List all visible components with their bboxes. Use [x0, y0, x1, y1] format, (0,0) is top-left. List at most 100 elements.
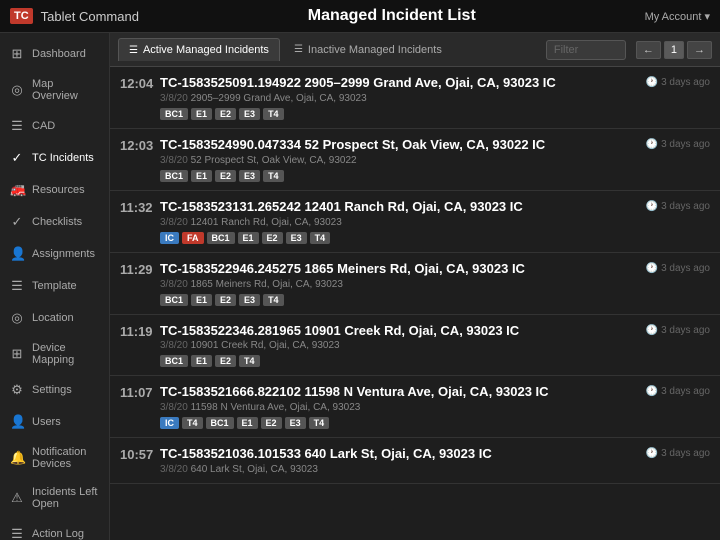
- badge-row: BC1E1E2E3T4: [160, 108, 638, 120]
- incident-age: 🕐 3 days ago: [646, 446, 710, 459]
- next-page-button[interactable]: →: [687, 41, 712, 59]
- incident-age: 🕐 3 days ago: [646, 261, 710, 274]
- incident-item[interactable]: 11:32 TC-1583523131.265242 12401 Ranch R…: [110, 191, 720, 253]
- filter-input[interactable]: [546, 40, 626, 60]
- tab-active-icon: ☰: [129, 45, 138, 56]
- current-page-button[interactable]: 1: [664, 41, 684, 59]
- badge-e1-3: E1: [237, 417, 258, 429]
- badge-row: BC1E1E2T4: [160, 355, 638, 367]
- incident-time: 11:32: [120, 199, 158, 215]
- badge-row: BC1E1E2E3T4: [160, 294, 638, 306]
- badge-t4-4: T4: [263, 108, 284, 120]
- sidebar-label-action-log: Action Log: [32, 528, 84, 540]
- badge-ic-0: IC: [160, 232, 179, 244]
- sidebar-item-resources[interactable]: 🚒 Resources: [0, 174, 109, 206]
- sidebar-item-map-overview[interactable]: ◎ Map Overview: [0, 70, 109, 110]
- sidebar-icon-settings: ⚙: [10, 382, 24, 398]
- badge-e2-4: E2: [261, 417, 282, 429]
- tab-inactive-icon: ☰: [294, 44, 303, 55]
- incident-date: 3/8/20 11598 N Ventura Ave, Ojai, CA, 93…: [160, 402, 638, 413]
- sidebar-icon-template: ☰: [10, 278, 24, 294]
- prev-page-button[interactable]: ←: [636, 41, 661, 59]
- sidebar-item-users[interactable]: 👤 Users: [0, 406, 109, 438]
- tab-inactive-label: Inactive Managed Incidents: [308, 44, 442, 56]
- clock-icon: 🕐: [646, 139, 658, 150]
- incident-title: TC-1583521036.101533 640 Lark St, Ojai, …: [160, 446, 638, 463]
- badge-e3-5: E3: [286, 232, 307, 244]
- sidebar-item-incidents-left-open[interactable]: ⚠ Incidents Left Open: [0, 478, 109, 518]
- sidebar-item-device-mapping[interactable]: ⊞ Device Mapping: [0, 334, 109, 374]
- incident-age-label: 3 days ago: [661, 386, 710, 397]
- incident-title: TC-1583525091.194922 2905–2999 Grand Ave…: [160, 75, 638, 92]
- badge-t4-3: T4: [239, 355, 260, 367]
- badge-e3-3: E3: [239, 294, 260, 306]
- badge-e2-4: E2: [262, 232, 283, 244]
- incident-age: 🕐 3 days ago: [646, 199, 710, 212]
- incident-age: 🕐 3 days ago: [646, 384, 710, 397]
- badge-t4-4: T4: [263, 170, 284, 182]
- incident-date: 3/8/20 640 Lark St, Ojai, CA, 93023: [160, 464, 638, 475]
- badge-e2-2: E2: [215, 108, 236, 120]
- incident-age-label: 3 days ago: [661, 139, 710, 150]
- badge-row: BC1E1E2E3T4: [160, 170, 638, 182]
- incident-body: TC-1583521036.101533 640 Lark St, Ojai, …: [160, 446, 638, 475]
- incident-time: 10:57: [120, 446, 158, 462]
- incident-age-label: 3 days ago: [661, 77, 710, 88]
- badge-e1-1: E1: [191, 294, 212, 306]
- sidebar-icon-action-log: ☰: [10, 526, 24, 540]
- incident-address: 10901 Creek Rd, Ojai, CA, 93023: [191, 340, 340, 351]
- incident-time: 11:19: [120, 323, 158, 339]
- badge-ic-0: IC: [160, 417, 179, 429]
- incident-item[interactable]: 12:04 TC-1583525091.194922 2905–2999 Gra…: [110, 67, 720, 129]
- sidebar-item-dashboard[interactable]: ⊞ Dashboard: [0, 38, 109, 70]
- incident-title: TC-1583524990.047334 52 Prospect St, Oak…: [160, 137, 638, 154]
- sidebar-icon-device-mapping: ⊞: [10, 346, 24, 362]
- tab-active-managed[interactable]: ☰ Active Managed Incidents: [118, 38, 280, 61]
- sidebar-item-cad[interactable]: ☰ CAD: [0, 110, 109, 142]
- tabs-bar: ☰ Active Managed Incidents ☰ Inactive Ma…: [110, 33, 720, 67]
- sidebar-icon-notification-devices: 🔔: [10, 450, 24, 466]
- incident-address: 640 Lark St, Ojai, CA, 93023: [191, 464, 318, 475]
- incident-item[interactable]: 11:07 TC-1583521666.822102 11598 N Ventu…: [110, 376, 720, 438]
- badge-e1-3: E1: [238, 232, 259, 244]
- sidebar-icon-dashboard: ⊞: [10, 46, 24, 62]
- incident-item[interactable]: 12:03 TC-1583524990.047334 52 Prospect S…: [110, 129, 720, 191]
- incident-title: TC-1583521666.822102 11598 N Ventura Ave…: [160, 384, 638, 401]
- incident-time: 12:04: [120, 75, 158, 91]
- badge-t4-1: T4: [182, 417, 203, 429]
- sidebar-label-cad: CAD: [32, 120, 55, 132]
- sidebar-item-assignments[interactable]: 👤 Assignments: [0, 238, 109, 270]
- sidebar-label-settings: Settings: [32, 384, 72, 396]
- sidebar-label-resources: Resources: [32, 184, 85, 196]
- content-area: ☰ Active Managed Incidents ☰ Inactive Ma…: [110, 33, 720, 540]
- badge-t4-6: T4: [309, 417, 330, 429]
- sidebar-item-action-log[interactable]: ☰ Action Log: [0, 518, 109, 540]
- incident-age: 🕐 3 days ago: [646, 75, 710, 88]
- incident-body: TC-1583525091.194922 2905–2999 Grand Ave…: [160, 75, 638, 120]
- nav-buttons: ← 1 →: [636, 41, 712, 59]
- incident-item[interactable]: 10:57 TC-1583521036.101533 640 Lark St, …: [110, 438, 720, 484]
- incident-address: 2905–2999 Grand Ave, Ojai, CA, 93023: [191, 93, 367, 104]
- incident-date: 3/8/20 1865 Meiners Rd, Ojai, CA, 93023: [160, 279, 638, 290]
- sidebar-item-checklists[interactable]: ✓ Checklists: [0, 206, 109, 238]
- incident-time: 11:29: [120, 261, 158, 277]
- badge-bc1-0: BC1: [160, 170, 188, 182]
- incident-list: 12:04 TC-1583525091.194922 2905–2999 Gra…: [110, 67, 720, 540]
- sidebar-icon-assignments: 👤: [10, 246, 24, 262]
- badge-bc1-0: BC1: [160, 108, 188, 120]
- clock-icon: 🕐: [646, 201, 658, 212]
- sidebar-item-notification-devices[interactable]: 🔔 Notification Devices: [0, 438, 109, 478]
- tab-inactive-managed[interactable]: ☰ Inactive Managed Incidents: [284, 39, 452, 61]
- sidebar-item-settings[interactable]: ⚙ Settings: [0, 374, 109, 406]
- badge-e2-2: E2: [215, 170, 236, 182]
- incident-item[interactable]: 11:19 TC-1583522346.281965 10901 Creek R…: [110, 315, 720, 377]
- sidebar-item-location[interactable]: ◎ Location: [0, 302, 109, 334]
- sidebar-item-template[interactable]: ☰ Template: [0, 270, 109, 302]
- incident-age-label: 3 days ago: [661, 325, 710, 336]
- sidebar-label-template: Template: [32, 280, 77, 292]
- incident-age-label: 3 days ago: [661, 201, 710, 212]
- sidebar-label-assignments: Assignments: [32, 248, 95, 260]
- sidebar-item-tc-incidents[interactable]: ✓ TC Incidents: [0, 142, 109, 174]
- my-account-button[interactable]: My Account ▾: [645, 10, 710, 23]
- incident-item[interactable]: 11:29 TC-1583522946.245275 1865 Meiners …: [110, 253, 720, 315]
